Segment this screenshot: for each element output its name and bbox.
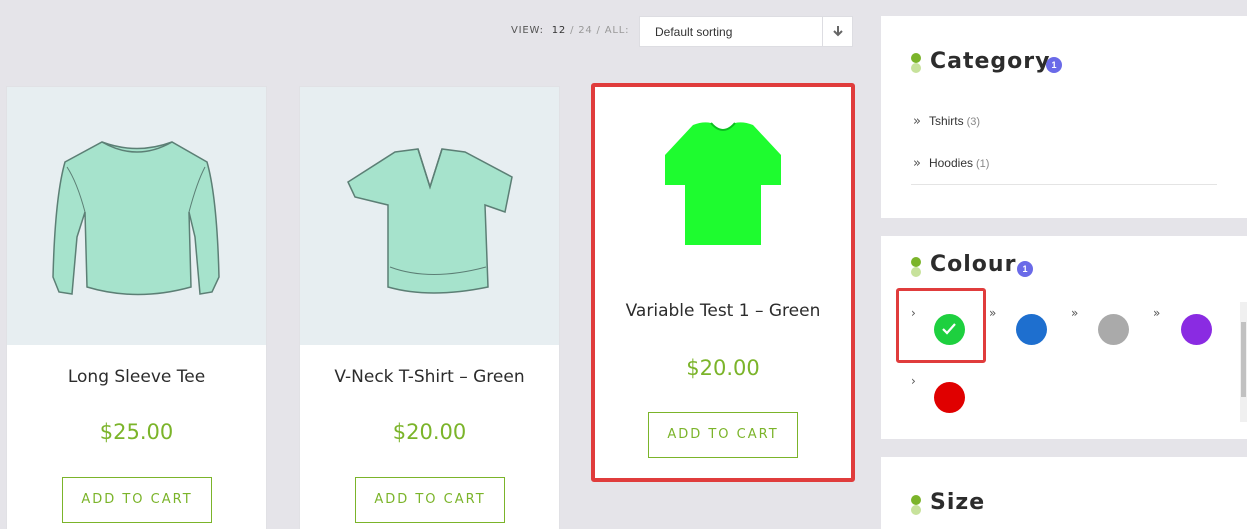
colour-swatch-purple[interactable]	[1181, 314, 1212, 345]
widget-separator	[881, 218, 1247, 236]
product-card-v-neck-tshirt[interactable]: V-Neck T-Shirt – Green $20.00 ADD TO CAR…	[299, 86, 560, 529]
view-12-link[interactable]: 12	[552, 25, 566, 36]
category-widget-title: Category	[930, 49, 1051, 74]
arrow-down-icon	[833, 26, 843, 37]
v-neck-shirt-image	[347, 148, 513, 294]
product-card-variable-test[interactable]: Variable Test 1 – Green $20.00 ADD TO CA…	[591, 83, 855, 482]
view-separator: /	[570, 25, 575, 36]
filter-sidebar: Category 1 » Tshirts (3) » Hoodies (1) Colou…	[881, 16, 1247, 529]
product-image[interactable]	[595, 87, 851, 287]
double-chevron-right-icon: »	[989, 306, 997, 320]
add-to-cart-button[interactable]: ADD TO CART	[62, 477, 212, 523]
scrollbar-thumb[interactable]	[1241, 322, 1246, 397]
colour-swatch-red[interactable]	[934, 382, 965, 413]
double-chevron-right-icon: »	[1071, 306, 1079, 320]
product-image[interactable]	[300, 87, 559, 345]
sort-dropdown-button[interactable]	[822, 17, 852, 46]
product-title[interactable]: Variable Test 1 – Green	[595, 301, 851, 321]
sort-select[interactable]: Default sorting	[639, 16, 853, 47]
product-image[interactable]	[7, 87, 266, 345]
selected-swatch-highlight	[896, 288, 986, 363]
double-chevron-right-icon: »	[1153, 306, 1161, 320]
category-item-label: Tshirts	[928, 114, 964, 128]
view-label: VIEW:	[511, 25, 544, 36]
product-title[interactable]: V-Neck T-Shirt – Green	[300, 367, 559, 387]
view-separator: /	[596, 25, 601, 36]
add-to-cart-button[interactable]: ADD TO CART	[648, 412, 798, 458]
category-item-count: (1)	[976, 158, 990, 170]
sort-select-value: Default sorting	[655, 25, 733, 39]
double-chevron-right-icon: »	[913, 114, 921, 129]
category-item-tshirts[interactable]: » Tshirts (3)	[913, 114, 980, 129]
green-tshirt-image	[665, 122, 781, 245]
category-divider	[911, 184, 1217, 185]
view-per-page: VIEW: 12 / 24 / ALL:	[511, 25, 629, 36]
view-24-link[interactable]: 24	[578, 25, 592, 36]
category-count-badge: 1	[1046, 57, 1062, 73]
chevron-right-icon: ›	[911, 374, 916, 388]
double-chevron-right-icon: »	[913, 156, 921, 171]
size-widget-title: Size	[930, 490, 986, 515]
add-to-cart-button[interactable]: ADD TO CART	[355, 477, 505, 523]
swatch-scrollbar[interactable]	[1240, 302, 1247, 422]
category-item-hoodies[interactable]: » Hoodies (1)	[913, 156, 989, 171]
product-price: $20.00	[392, 420, 467, 444]
widget-separator	[881, 439, 1247, 457]
colour-swatch-blue[interactable]	[1016, 314, 1047, 345]
category-item-count: (3)	[966, 116, 981, 128]
colour-count-badge: 1	[1017, 261, 1033, 277]
product-card-long-sleeve-tee[interactable]: Long Sleeve Tee $25.00 ADD TO CART	[6, 86, 267, 529]
widget-title-dots-icon	[911, 257, 921, 279]
category-item-label: Hoodies	[928, 156, 973, 170]
colour-swatch-grey[interactable]	[1098, 314, 1129, 345]
widget-title-dots-icon	[911, 53, 921, 75]
product-price: $20.00	[686, 356, 760, 380]
product-title[interactable]: Long Sleeve Tee	[7, 367, 266, 387]
product-price: $25.00	[99, 420, 174, 444]
long-sleeve-shirt-image	[52, 141, 220, 296]
view-all-link[interactable]: ALL:	[605, 25, 630, 36]
colour-widget-title: Colour	[930, 252, 1017, 277]
widget-title-dots-icon	[911, 495, 921, 517]
